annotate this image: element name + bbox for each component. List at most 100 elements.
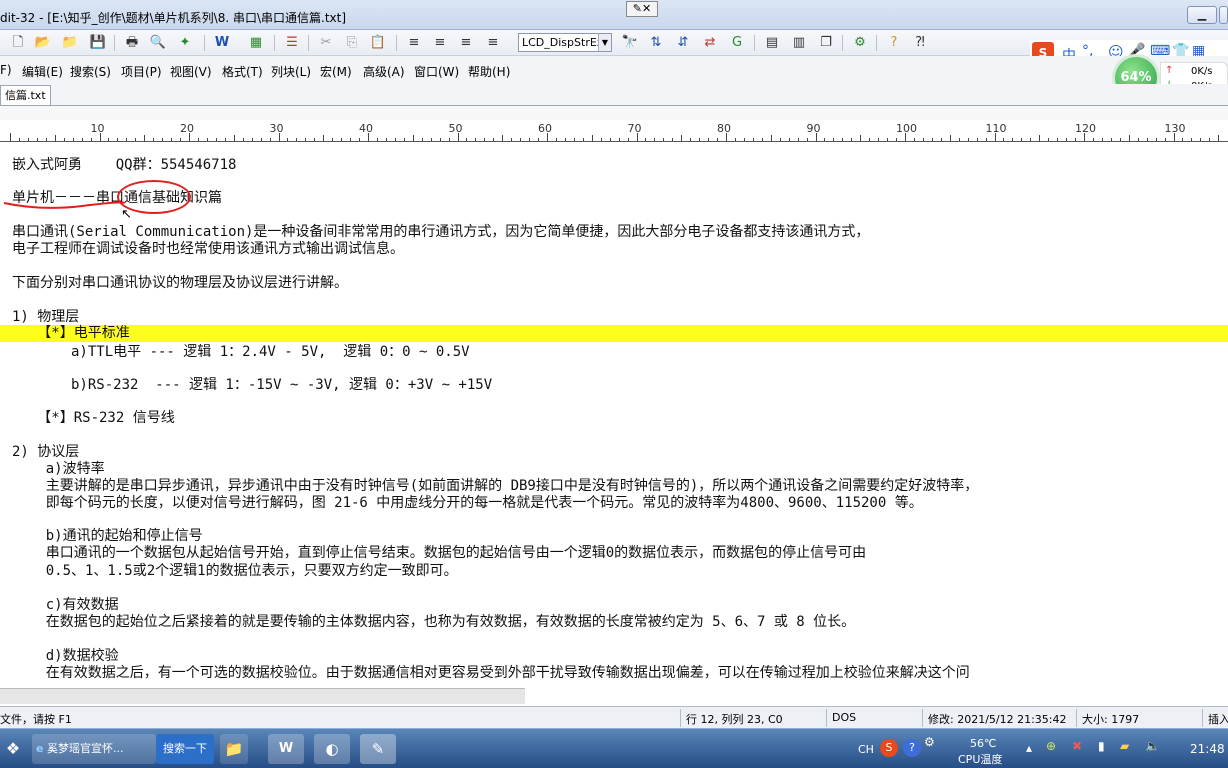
align-left-icon[interactable]: ≡ [404, 33, 424, 53]
context-help-icon[interactable]: ⁈ [910, 33, 930, 53]
word-wrap-icon[interactable]: W [212, 33, 232, 53]
signal-icon[interactable]: ▰ [1120, 739, 1129, 753]
status-size: 大小: 1797 [1082, 713, 1140, 726]
save-icon[interactable]: 💾 [88, 33, 108, 53]
browser-icon: e [36, 742, 44, 755]
find-prev-icon[interactable]: ⇵ [673, 33, 693, 53]
status-line-ending: DOS [832, 711, 857, 724]
horizontal-scrollbar[interactable] [0, 688, 525, 704]
battery-icon[interactable]: ▮ [1098, 739, 1105, 753]
column-icon[interactable]: ▦ [246, 33, 266, 53]
ruler-tick [591, 135, 593, 141]
menu-view[interactable]: 视图(V) [170, 63, 212, 80]
status-mode: 插入 [1208, 713, 1228, 726]
cascade-icon[interactable]: ❐ [816, 33, 836, 53]
tools-icon[interactable]: ⚙ [850, 33, 870, 53]
clock[interactable]: 21:48 [1190, 742, 1225, 756]
goto-icon[interactable]: G [727, 33, 747, 53]
replace-icon[interactable]: ⇄ [700, 33, 720, 53]
status-position: 行 12, 列列 23, C0 [686, 713, 783, 726]
ruler-label: 120 [1075, 122, 1096, 135]
align-center-icon[interactable]: ≡ [430, 33, 450, 53]
security-tray-icon[interactable]: ⊕ [1046, 739, 1056, 753]
upload-arrow-icon: ↑ [1165, 65, 1174, 76]
menu-project[interactable]: 项目(P) [121, 63, 162, 80]
chevron-up-icon[interactable]: ▴ [1026, 741, 1032, 755]
menu-window[interactable]: 窗口(W) [414, 63, 459, 80]
ruler-label: 90 [806, 122, 821, 135]
tab-spacer [0, 106, 1228, 120]
ruler-tick [582, 138, 584, 141]
justify-icon[interactable]: ≡ [483, 33, 503, 53]
paste-icon[interactable]: 📋 [368, 33, 388, 53]
ruler-label: 30 [269, 122, 284, 135]
menu-search[interactable]: 搜索(S) [70, 63, 111, 80]
ruler-tick [878, 138, 880, 141]
start-icon[interactable]: ❖ [0, 734, 26, 764]
network-error-icon[interactable]: ✖ [1072, 739, 1082, 753]
open-folder-icon[interactable]: 📂 [33, 33, 53, 53]
maximize-button[interactable] [1219, 6, 1228, 24]
open-icon[interactable]: 📁 [60, 33, 80, 53]
ruler-tick [341, 138, 343, 141]
indent-icon[interactable]: ☰ [282, 33, 302, 53]
ruler-tick [931, 138, 933, 141]
window-title: dit-32 - [E:\知乎_创作\题材\单片机系列\8. 串口\串口通信篇.… [0, 11, 347, 25]
ruler-tick [779, 138, 781, 141]
find-next-icon[interactable]: ⇅ [646, 33, 666, 53]
ruler-tick [260, 138, 262, 141]
ruler-label: 100 [896, 122, 917, 135]
ruler-label: 20 [180, 122, 194, 135]
menu-file[interactable]: F) [0, 63, 12, 77]
app-icon[interactable]: ◐ [314, 734, 350, 764]
menu-edit[interactable]: 编辑(E) [22, 63, 63, 80]
editor-line: 1) 物理层 [12, 309, 80, 325]
ruler-label: 110 [985, 122, 1007, 135]
help-tray-icon[interactable]: ? [903, 739, 921, 757]
tab-file[interactable]: 信篇.txt [0, 85, 51, 105]
tile-horizontal-icon[interactable]: ▤ [762, 33, 782, 53]
ruler-tick [376, 138, 378, 141]
text-editor[interactable]: 嵌入式阿勇 QQ群：554546718 单片机－－－串口通信基础知识篇 串口通讯… [0, 142, 1228, 690]
wps-icon[interactable]: W [268, 734, 304, 764]
align-right-icon[interactable]: ≡ [456, 33, 476, 53]
menu-macro[interactable]: 宏(M) [320, 63, 352, 80]
menu-column[interactable]: 列块(L) [271, 63, 311, 80]
ruler-tick [242, 138, 244, 141]
menu-format[interactable]: 格式(T) [222, 63, 263, 80]
language-indicator[interactable]: CH [858, 743, 874, 756]
file-tabs: 信篇.txt [0, 84, 1228, 106]
editor-app-icon[interactable]: ✎ [360, 734, 396, 764]
ftp-icon[interactable]: ✦ [175, 33, 195, 53]
cpu-temp: 56℃ [970, 737, 997, 750]
ruler-tick [770, 135, 772, 141]
find-icon[interactable]: 🔭 [620, 33, 640, 53]
ruler-tick [475, 138, 477, 141]
cut-icon[interactable]: ✂ [316, 33, 336, 53]
chevron-down-icon[interactable]: ▼ [598, 34, 611, 51]
ruler-tick [520, 138, 522, 141]
copy-icon[interactable]: ⎘ [342, 33, 362, 53]
floating-mini-box[interactable]: ✎✕ [626, 1, 658, 17]
taskbar-search[interactable]: 搜索一下 [156, 734, 214, 764]
ruler-tick [493, 138, 495, 141]
menu-advanced[interactable]: 高级(A) [363, 63, 405, 80]
volume-icon[interactable]: 🔈 [1145, 739, 1160, 753]
settings-tray-icon[interactable]: ⚙ [924, 735, 935, 749]
help-icon[interactable]: ? [884, 33, 904, 53]
print-preview-icon[interactable]: 🔍 [148, 33, 168, 53]
tile-vertical-icon[interactable]: ▥ [789, 33, 809, 53]
function-combo[interactable]: LCD_DispStrEx ▼ [518, 33, 612, 52]
folder-icon[interactable]: 📁 [220, 734, 248, 764]
new-file-icon[interactable]: 🗋 [8, 33, 28, 53]
taskbar-browser[interactable]: e 奚梦瑶官宣怀... [32, 734, 156, 764]
menu-help[interactable]: 帮助(H) [468, 63, 510, 80]
print-icon[interactable]: 🖶 [122, 33, 142, 53]
editor-line: 主要讲解的是串口异步通讯，异步通讯中由于没有时钟信号(如前面讲解的 DB9接口中… [12, 478, 979, 494]
editor-line: 在数据包的起始位之后紧接着的就是要传输的主体数据内容，也称为有效数据，有效数据的… [12, 614, 856, 630]
ruler-tick [117, 138, 119, 141]
ruler-label: 10 [90, 122, 105, 135]
mini-close-icon[interactable]: ✕ [642, 2, 651, 15]
minimize-button[interactable]: ▁ [1187, 6, 1217, 24]
sogou-tray-icon[interactable]: S [880, 739, 898, 757]
